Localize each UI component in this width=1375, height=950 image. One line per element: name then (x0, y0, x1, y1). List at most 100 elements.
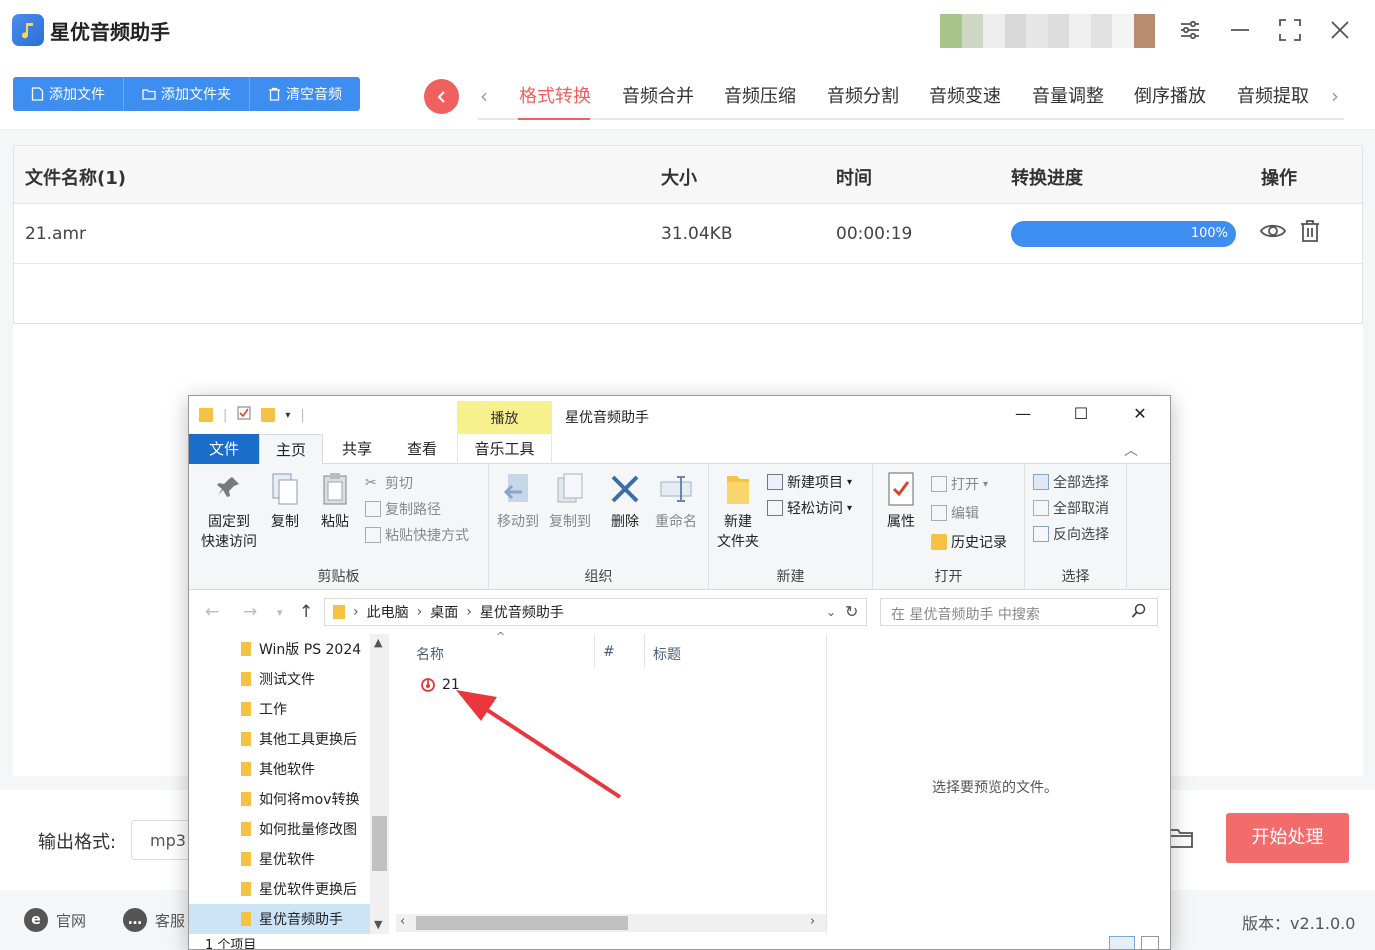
column-name[interactable]: 名称 (416, 644, 444, 664)
paste-button[interactable]: 粘贴 (315, 470, 355, 532)
tab-share[interactable]: 共享 (329, 434, 385, 464)
delete-button[interactable]: 删除 (605, 470, 645, 532)
nav-folder-label: 其他软件 (259, 762, 315, 778)
back-arrow-icon[interactable]: ← (205, 602, 219, 622)
close-icon[interactable]: ✕ (1128, 404, 1152, 423)
start-process-button[interactable]: 开始处理 (1226, 813, 1349, 863)
nav-scroll-thumb[interactable] (372, 816, 387, 871)
breadcrumb-this-pc[interactable]: 此电脑 (367, 602, 409, 622)
minimize-icon[interactable] (1224, 14, 1256, 46)
move-to-button[interactable]: 移动到 (493, 470, 543, 532)
collapse-ribbon-icon[interactable]: ︿ (1124, 440, 1138, 460)
add-folder-button[interactable]: 添加文件夹 (124, 77, 250, 111)
nav-folder-item[interactable]: 星优软件更换后 (241, 874, 371, 904)
clear-audio-button[interactable]: 清空音频 (250, 77, 360, 111)
scroll-up-icon[interactable]: ▲ (374, 636, 382, 649)
details-view-icon[interactable] (1109, 936, 1135, 949)
context-tab-play[interactable]: 播放 (457, 401, 552, 434)
nav-folder-item[interactable]: 测试文件 (241, 664, 371, 694)
recent-locations-icon[interactable]: ▾ (277, 606, 283, 619)
nav-folder-item[interactable]: 星优软件 (241, 844, 371, 874)
folder-icon[interactable] (199, 408, 213, 422)
tab-audio-split[interactable]: 音频分割 (827, 82, 899, 108)
nav-scrollbar[interactable]: ▲ ▼ (370, 634, 389, 934)
horizontal-scrollbar[interactable]: ‹ › (396, 914, 826, 932)
large-icons-view-icon[interactable] (1141, 936, 1159, 949)
add-file-button[interactable]: 添加文件 (13, 77, 124, 111)
open-button[interactable]: 打开 ▾ (931, 474, 988, 494)
new-folder-button[interactable]: 新建 文件夹 (713, 470, 763, 552)
new-item-button[interactable]: 新建项目 ▾ (767, 472, 852, 492)
delete-icon[interactable] (1300, 219, 1320, 247)
file-item[interactable]: 21 (420, 677, 460, 693)
select-all-button[interactable]: 全部选择 (1033, 472, 1109, 492)
open-folder-icon[interactable] (1168, 826, 1198, 852)
copy-path-button[interactable]: 复制路径 (365, 499, 441, 519)
close-icon[interactable] (1324, 14, 1356, 46)
tab-volume-adjust[interactable]: 音量调整 (1032, 82, 1104, 108)
dropdown-arrow-icon[interactable]: ▾ (285, 410, 290, 421)
tab-music-tools[interactable]: 音乐工具 (457, 434, 552, 464)
maximize-icon[interactable] (1274, 14, 1306, 46)
tab-home[interactable]: 主页 (259, 434, 323, 464)
up-arrow-icon[interactable]: ↑ (299, 602, 313, 622)
chevron-down-icon[interactable]: ⌄ (826, 605, 836, 619)
copy-to-button[interactable]: 复制到 (545, 470, 595, 532)
easy-access-button[interactable]: 轻松访问 ▾ (767, 498, 852, 518)
horizontal-scroll-thumb[interactable] (416, 916, 628, 930)
tabs-next-icon[interactable]: › (1331, 84, 1339, 108)
tabs-prev-icon[interactable]: ‹ (480, 84, 488, 108)
tab-audio-compress[interactable]: 音频压缩 (724, 82, 796, 108)
avatar[interactable] (940, 14, 1155, 48)
cut-button[interactable]: ✂ 剪切 (365, 473, 413, 493)
column-divider[interactable] (594, 634, 595, 668)
minimize-icon[interactable]: — (1011, 404, 1035, 423)
nav-folder-item[interactable]: 其他软件 (241, 754, 371, 784)
nav-folder-item-selected[interactable]: 星优音频助手 (189, 904, 370, 934)
table-row[interactable]: 21.amr 31.04KB 00:00:19 100% (14, 204, 1362, 264)
nav-folder-item[interactable]: 如何将mov转换 (241, 784, 371, 814)
paste-shortcut-button[interactable]: 粘贴快捷方式 (365, 525, 469, 545)
copy-button[interactable]: 复制 (265, 470, 305, 532)
address-box[interactable]: › 此电脑 › 桌面 › 星优音频助手 ⌄ (324, 598, 867, 626)
nav-folder-item[interactable]: 如何批量修改图 (241, 814, 371, 844)
search-input[interactable]: 在 星优音频助手 中搜索 (880, 598, 1158, 626)
tab-audio-speed[interactable]: 音频变速 (929, 82, 1001, 108)
history-button[interactable]: 历史记录 (931, 532, 1007, 552)
nav-folder-item[interactable]: Win版 PS 2024 (241, 634, 371, 664)
new-folder-icon[interactable] (261, 408, 276, 422)
column-title[interactable]: 标题 (653, 644, 681, 664)
breadcrumb-current-folder[interactable]: 星优音频助手 (480, 602, 564, 622)
column-number[interactable]: # (603, 644, 615, 660)
eye-icon[interactable] (1259, 221, 1287, 245)
nav-folder-item[interactable]: 工作 (241, 694, 371, 724)
tab-audio-extract[interactable]: 音频提取 (1237, 82, 1309, 108)
maximize-icon[interactable]: ☐ (1069, 404, 1093, 423)
nav-folder-item[interactable]: 其他工具更换后 (241, 724, 371, 754)
checkbox-properties-icon[interactable] (237, 406, 251, 424)
support-link[interactable]: … 客服 (123, 908, 185, 932)
scroll-left-icon[interactable]: ‹ (400, 914, 405, 929)
pin-quick-access-button[interactable]: 固定到 快速访问 (199, 470, 259, 552)
tab-reverse-play[interactable]: 倒序播放 (1134, 82, 1206, 108)
scroll-down-icon[interactable]: ▼ (374, 918, 382, 931)
refresh-icon[interactable]: ↻ (845, 602, 858, 621)
invert-selection-button[interactable]: 反向选择 (1033, 524, 1109, 544)
properties-button[interactable]: 属性 (881, 470, 921, 532)
breadcrumb-desktop[interactable]: 桌面 (430, 602, 458, 622)
tab-file[interactable]: 文件 (189, 434, 259, 464)
rename-button[interactable]: 重命名 (651, 470, 701, 532)
back-circle-button[interactable] (424, 79, 459, 114)
search-icon[interactable] (1131, 603, 1147, 623)
tab-format-convert[interactable]: 格式转换 (519, 82, 591, 108)
column-divider[interactable] (644, 634, 645, 668)
forward-arrow-icon[interactable]: → (243, 602, 257, 622)
website-link[interactable]: e 官网 (24, 908, 86, 932)
settings-icon[interactable] (1174, 14, 1206, 46)
select-none-button[interactable]: 全部取消 (1033, 498, 1109, 518)
edit-button[interactable]: 编辑 (931, 503, 979, 523)
address-bar-row: ← → ▾ ↑ › 此电脑 › 桌面 › 星优音频助手 ⌄ ↻ 在 星优音频助手… (189, 590, 1170, 634)
scroll-right-icon[interactable]: › (810, 914, 815, 929)
tab-audio-merge[interactable]: 音频合并 (622, 82, 694, 108)
tab-view[interactable]: 查看 (393, 434, 451, 464)
